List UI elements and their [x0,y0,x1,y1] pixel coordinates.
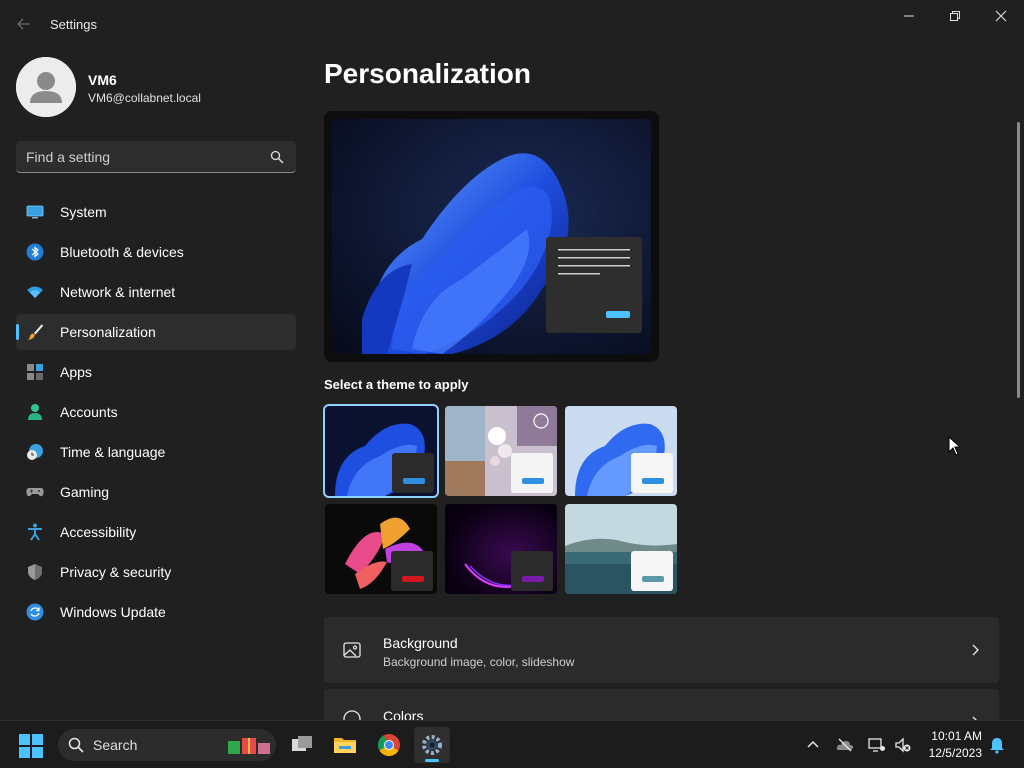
shield-icon [26,563,44,581]
search-icon [270,150,284,164]
sidebar-item-gaming[interactable]: Gaming [16,474,296,510]
back-button[interactable] [12,12,36,36]
wifi-icon [26,283,44,301]
card-title: Colors [383,708,424,720]
minimize-button[interactable] [886,0,932,32]
themes-section-label: Select a theme to apply [324,377,469,392]
bluetooth-icon [26,243,44,261]
sidebar-item-label: Accessibility [60,524,137,540]
chevron-right-icon [972,644,979,656]
user-name: VM6 [88,72,117,88]
search-icon [68,737,84,753]
theme-glow-thumbnail [325,504,437,594]
theme-preview [324,111,659,362]
sidebar-item-label: Personalization [60,324,156,340]
theme-glow[interactable] [325,504,437,594]
sidebar-item-label: Bluetooth & devices [60,244,184,260]
brush-icon [26,323,44,341]
gear-icon [422,735,442,755]
theme-captured-motion[interactable] [445,504,557,594]
minimize-icon [904,15,914,17]
clock-time[interactable]: 10:01 AM [926,729,982,743]
sidebar-item-label: Accounts [60,404,118,420]
user-email: VM6@collabnet.local [88,91,201,105]
avatar[interactable] [16,57,76,117]
theme-windows-dark-thumbnail [325,406,437,496]
sidebar-item-time-language[interactable]: Time & language [16,434,296,470]
accessibility-icon [26,523,44,541]
taskbar-search[interactable]: Search [58,729,276,761]
close-icon [995,10,1007,22]
scrollbar-thumb[interactable] [1017,122,1020,398]
notification-bell-icon[interactable] [988,736,1006,754]
sidebar-item-accessibility[interactable]: Accessibility [16,514,296,550]
card-subtitle: Background image, color, slideshow [383,655,575,669]
accounts-icon [26,403,44,421]
user-silhouette-icon [16,57,76,117]
onedrive-offline-icon[interactable] [836,736,854,754]
taskbar-task-view[interactable] [284,727,320,763]
close-button[interactable] [978,0,1024,32]
wallpaper-bloom-image [332,119,651,354]
taskbar: Search 10:01 AM 12/5/2023 [0,720,1024,768]
back-arrow-icon [17,18,30,30]
theme-flow[interactable] [565,504,677,594]
theme-windows-light-thumbnail [565,406,677,496]
sidebar-item-network[interactable]: Network & internet [16,274,296,310]
sidebar-item-bluetooth[interactable]: Bluetooth & devices [16,234,296,270]
clock-date[interactable]: 12/5/2023 [926,746,982,760]
background-setting-card[interactable]: Background Background image, color, slid… [324,617,999,683]
sidebar-item-privacy-security[interactable]: Privacy & security [16,554,296,590]
mouse-cursor-icon [948,436,962,456]
system-icon [26,203,44,221]
sidebar-item-label: Apps [60,364,92,380]
sidebar-item-system[interactable]: System [16,194,296,230]
sidebar-item-label: Gaming [60,484,110,500]
search-box[interactable] [16,141,296,173]
sidebar-item-personalization[interactable]: Personalization [16,314,296,350]
card-title: Background [383,635,458,651]
volume-muted-icon[interactable] [894,736,912,754]
search-input[interactable] [26,147,256,167]
sidebar-item-label: Privacy & security [60,564,172,580]
sidebar-nav: System Bluetooth & devices Network & int… [16,194,296,634]
chevron-up-icon[interactable] [804,736,822,754]
search-highlight-gifts-icon [228,738,270,754]
taskbar-chrome[interactable] [371,727,407,763]
update-icon [26,603,44,621]
restore-icon [950,11,960,21]
palette-icon [343,710,361,720]
theme-windows-spotlight-thumbnail [445,406,557,496]
apps-icon [26,363,44,381]
sidebar-item-label: System [60,204,107,220]
restore-button[interactable] [932,0,978,32]
gamepad-icon [26,483,44,501]
colors-setting-card[interactable]: Colors [324,689,999,720]
windows-start-icon[interactable] [18,733,44,759]
folder-icon [334,738,356,753]
theme-windows-dark[interactable] [323,404,439,498]
chrome-icon [378,734,400,756]
sidebar-item-label: Windows Update [60,604,166,620]
sidebar-item-label: Network & internet [60,284,176,300]
task-view-icon [292,736,312,751]
sidebar-item-apps[interactable]: Apps [16,354,296,390]
image-icon [343,642,361,658]
theme-captured-motion-thumbnail [445,504,557,594]
title-bar: Settings [0,0,1024,48]
taskbar-file-explorer[interactable] [327,727,363,763]
theme-windows-light[interactable] [565,406,677,496]
app-title: Settings [50,17,97,32]
taskbar-search-label: Search [93,737,138,753]
theme-flow-thumbnail [565,504,677,594]
sidebar-item-windows-update[interactable]: Windows Update [16,594,296,630]
theme-windows-spotlight[interactable] [445,406,557,496]
page-title: Personalization [324,58,531,89]
network-icon[interactable] [868,736,886,754]
sidebar-item-label: Time & language [60,444,166,460]
taskbar-settings[interactable] [414,727,450,763]
sidebar-item-accounts[interactable]: Accounts [16,394,296,430]
clock-globe-icon [26,443,44,461]
